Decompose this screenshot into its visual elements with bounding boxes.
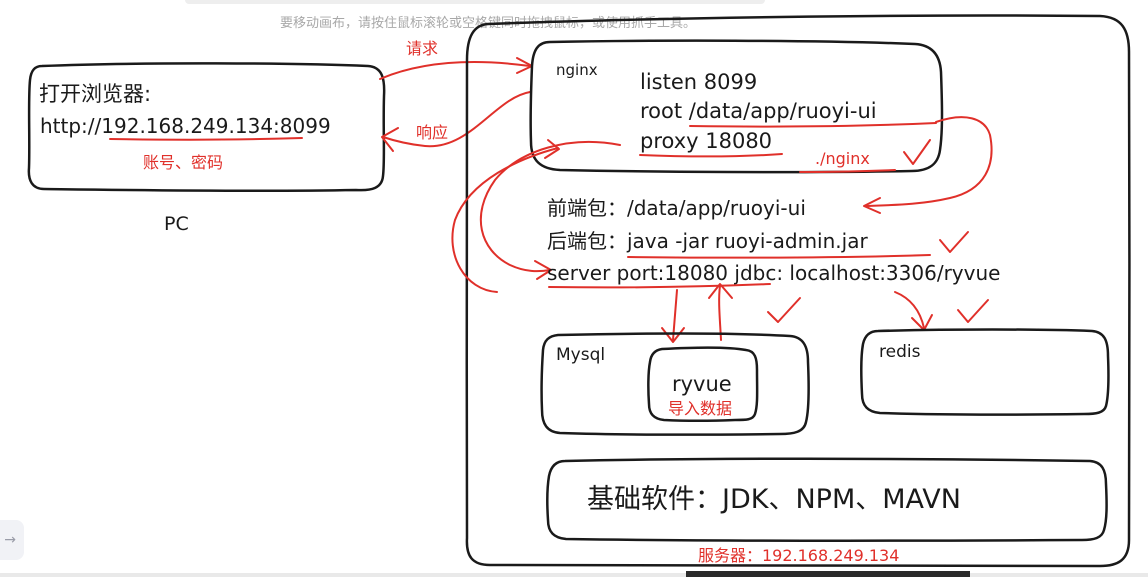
request-arrow — [379, 61, 531, 80]
nginx-listen: listen 8099 — [640, 70, 757, 94]
frontend-package: 前端包：/data/app/ruoyi-ui — [547, 196, 806, 220]
ryvue-db: ryvue — [672, 372, 732, 396]
pc-url-underline — [109, 137, 303, 141]
mysql-to-port-arrow — [718, 285, 722, 341]
pc-browser-label: 打开浏览器: — [39, 82, 151, 106]
backend-tick — [939, 231, 969, 253]
nginx-title: nginx — [556, 61, 598, 79]
nginx-path-note: ./nginx — [815, 149, 870, 168]
diagram-canvas[interactable]: 要移动画布，请按住鼠标滚轮或空格键同时拖拽鼠标，或使用抓手工具。 打开浏览器: … — [0, 0, 1148, 577]
server-ip-label: 服务器：192.168.249.134 — [698, 546, 899, 565]
jdbc-to-redis-arrow — [894, 291, 925, 329]
base-software-label: 基础软件：JDK、NPM、MAVN — [587, 484, 961, 515]
backend-underline — [627, 254, 931, 259]
pc-url: http://192.168.249.134:8099 — [40, 114, 331, 138]
redis-tick — [957, 299, 989, 323]
import-data-note: 导入数据 — [668, 399, 732, 418]
bottom-scrollbar-thumb[interactable] — [686, 571, 970, 577]
nginx-tick — [903, 139, 931, 165]
nginx-proxy-underline — [639, 153, 783, 158]
root-to-frontend-arrow — [865, 116, 993, 207]
jdbc-tick — [767, 297, 801, 323]
mysql-title: Mysql — [556, 345, 605, 365]
nginx-proxy: proxy 18080 — [640, 129, 772, 153]
response-label: 响应 — [416, 123, 448, 142]
redis-title: redis — [879, 342, 921, 362]
server-config: server port:18080 jdbc: localhost:3306/r… — [547, 261, 1000, 285]
request-label: 请求 — [406, 39, 438, 58]
bottom-scrollbar-track[interactable] — [0, 573, 1148, 577]
backend-package: 后端包：java -jar ruoyi-admin.jar — [547, 229, 868, 253]
nginx-root-underline — [689, 122, 937, 128]
collapse-arrow-icon[interactable]: → — [0, 520, 24, 560]
pc-label: PC — [164, 213, 189, 235]
pc-account-note: 账号、密码 — [143, 153, 223, 172]
response-arrow — [382, 91, 531, 148]
nginx-root: root /data/app/ruoyi-ui — [640, 99, 877, 123]
